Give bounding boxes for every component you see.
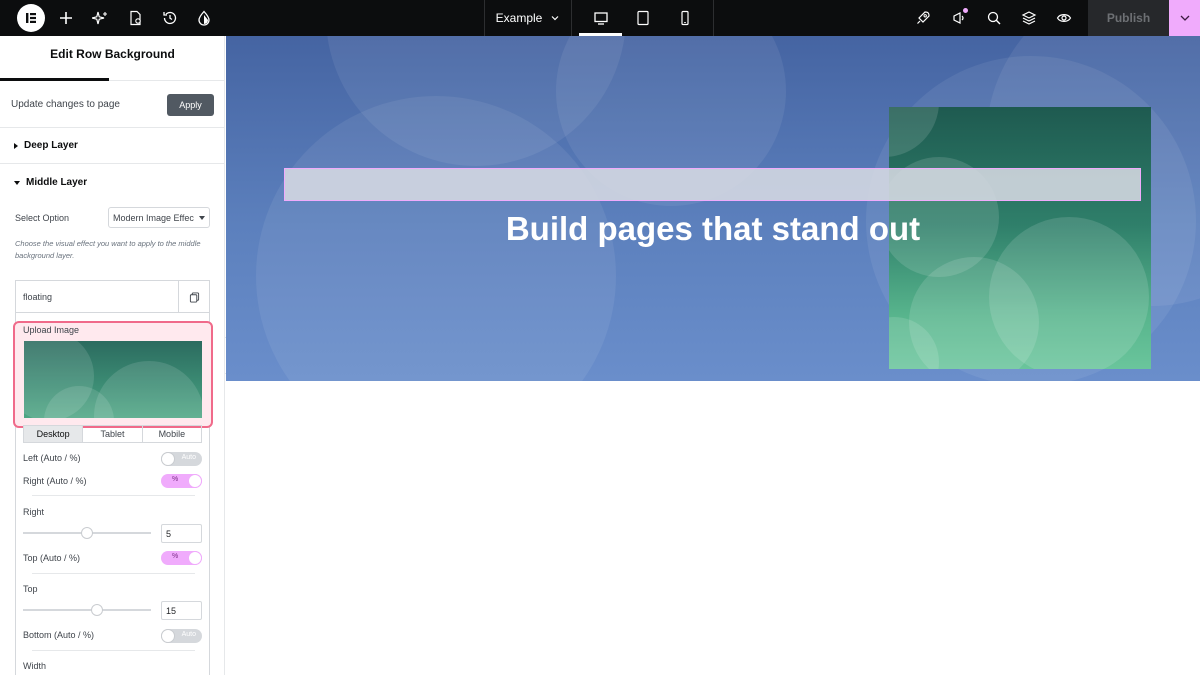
active-tab-indicator (0, 78, 109, 81)
duplicate-icon[interactable] (178, 281, 209, 313)
deep-layer-section[interactable]: Deep Layer (14, 140, 78, 151)
bottom-auto-toggle[interactable]: Auto (161, 629, 202, 643)
divider (32, 573, 195, 574)
toggle-knob (161, 629, 175, 643)
top-slider-track[interactable] (23, 609, 151, 611)
right-slider-handle[interactable] (81, 527, 93, 539)
right-label: Right (23, 507, 45, 517)
upload-image-control: Upload Image (13, 321, 213, 428)
divider (0, 163, 224, 164)
top-value-input[interactable]: 15 (161, 601, 202, 620)
notifications-icon[interactable] (948, 0, 970, 36)
right-value-input[interactable]: 5 (161, 524, 202, 543)
mobile-view-icon[interactable] (674, 0, 696, 36)
site-settings-icon[interactable] (194, 0, 214, 36)
toggle-text: % (172, 553, 179, 560)
toggle-knob (161, 452, 175, 466)
notification-dot (963, 8, 968, 13)
toggle-knob (188, 551, 202, 565)
toggle-text: % (172, 476, 179, 483)
publish-button[interactable]: Publish (1088, 0, 1169, 36)
divider (571, 0, 572, 36)
page-settings-icon[interactable] (125, 0, 145, 36)
tab-tablet[interactable]: Tablet (83, 426, 143, 442)
selected-element-outline[interactable] (284, 168, 1141, 201)
elementor-logo-icon[interactable] (17, 4, 45, 32)
divider (0, 127, 224, 128)
chevron-down-icon (199, 216, 205, 220)
desktop-view-icon[interactable] (590, 0, 612, 36)
layers-icon[interactable] (1018, 0, 1040, 36)
section-title: Middle Layer (26, 177, 88, 188)
effect-select-value: Modern Image Effec (113, 212, 194, 223)
upload-image-label: Upload Image (23, 325, 80, 335)
apply-button[interactable]: Apply (167, 94, 214, 116)
select-option-label: Select Option (15, 213, 70, 223)
image-preview[interactable] (24, 341, 202, 418)
site-selector[interactable]: Example (485, 0, 571, 36)
tablet-view-icon[interactable] (632, 0, 654, 36)
divider (713, 0, 714, 36)
help-text: Choose the visual effect you want to app… (15, 239, 201, 260)
right-toggle-label: Right (Auto / %) (23, 476, 87, 486)
hero-heading[interactable]: Build pages that stand out (226, 210, 1200, 248)
divider (32, 495, 195, 496)
publish-options-button[interactable] (1169, 0, 1200, 36)
effect-select[interactable]: Modern Image Effec (108, 207, 210, 228)
caret-down-icon (14, 180, 20, 185)
middle-layer-section[interactable]: Middle Layer (14, 177, 87, 188)
width-label: Width (23, 661, 47, 671)
chevron-down-icon (1180, 15, 1189, 21)
left-auto-toggle[interactable]: Auto (161, 452, 202, 466)
add-element-icon[interactable] (56, 0, 76, 36)
repeater-item-label: floating (23, 291, 53, 302)
top-percent-toggle[interactable]: % (161, 551, 202, 565)
top-bar: Example Publish (0, 0, 1200, 36)
toggle-text: Auto (181, 631, 196, 638)
toggle-knob (188, 474, 202, 488)
top-label: Top (23, 584, 38, 594)
device-tabs: Desktop Tablet Mobile (23, 425, 202, 443)
chevron-down-icon (551, 16, 559, 21)
rocket-icon[interactable] (912, 0, 934, 36)
editor-panel: Edit Row Background Update changes to pa… (0, 36, 225, 675)
ai-sparkle-icon[interactable] (90, 0, 110, 36)
tab-mobile[interactable]: Mobile (143, 426, 201, 442)
search-icon[interactable] (983, 0, 1005, 36)
top-toggle-label: Top (Auto / %) (23, 553, 81, 563)
site-name: Example (495, 11, 543, 25)
hero-section[interactable]: Build pages that stand out (226, 36, 1200, 381)
panel-title: Edit Row Background (50, 47, 175, 61)
divider (32, 650, 195, 651)
caret-right-icon (14, 142, 18, 149)
section-title: Deep Layer (24, 140, 78, 151)
bottom-toggle-label: Bottom (Auto / %) (23, 630, 95, 640)
preview-eye-icon[interactable] (1053, 0, 1075, 36)
tab-desktop[interactable]: Desktop (24, 426, 84, 442)
toggle-text: Auto (181, 454, 196, 461)
right-percent-toggle[interactable]: % (161, 474, 202, 488)
update-changes-text: Update changes to page (11, 99, 120, 110)
left-toggle-label: Left (Auto / %) (23, 453, 81, 463)
history-icon[interactable] (160, 0, 180, 36)
